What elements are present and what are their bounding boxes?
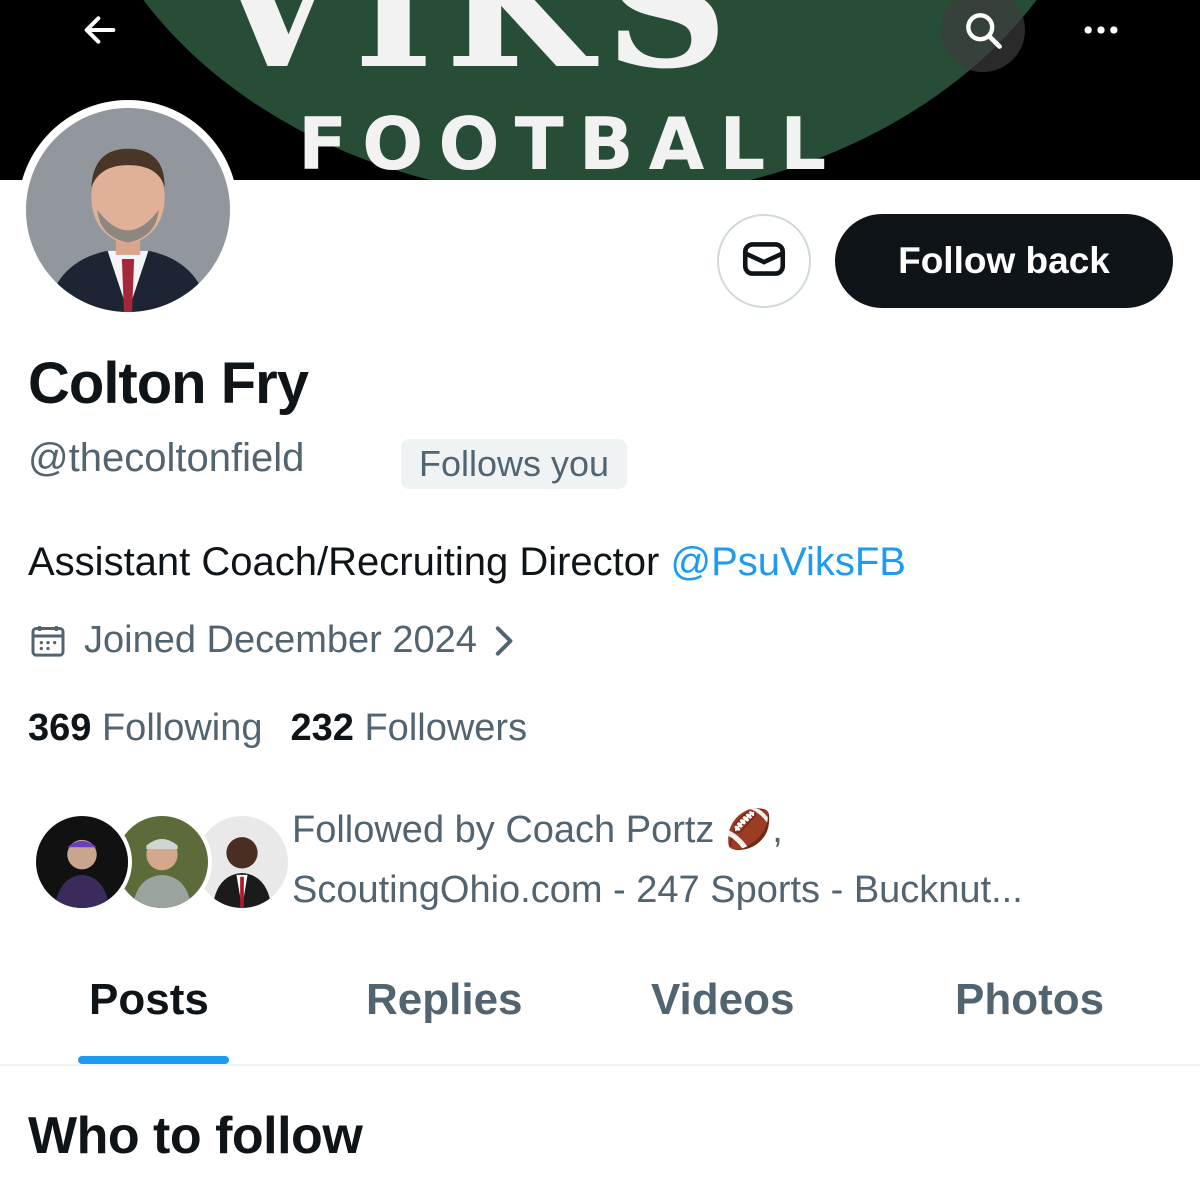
followers-count: 232 bbox=[290, 707, 354, 749]
follow-stats: 369 Following 232 Followers bbox=[28, 706, 527, 752]
tab-posts[interactable]: Posts bbox=[89, 975, 209, 1024]
followed-by-line-1: Followed by Coach Portz 🏈, bbox=[292, 809, 783, 851]
followed-by-line-2: ScoutingOhio.com - 247 Sports - Bucknut.… bbox=[292, 869, 1023, 911]
banner-title: FOOTBALL bbox=[298, 102, 842, 180]
profile-bio: Assistant Coach/Recruiting Director @Psu… bbox=[28, 538, 906, 586]
more-icon bbox=[1079, 8, 1123, 52]
banner-title-top: VIKS bbox=[210, 0, 740, 107]
profile-tabs: Posts Replies Videos Photos bbox=[0, 962, 1200, 1066]
joined-date: Joined December 2024 bbox=[84, 619, 477, 661]
bio-mention-link[interactable]: @PsuViksFB bbox=[670, 540, 906, 584]
followed-by-text[interactable]: Followed by Coach Portz 🏈, ScoutingOhio.… bbox=[292, 800, 1152, 920]
calendar-icon bbox=[28, 619, 72, 663]
who-to-follow-heading: Who to follow bbox=[28, 1107, 363, 1165]
profile-name: Colton Fry bbox=[28, 351, 309, 416]
followers-label: Followers bbox=[364, 707, 528, 749]
bio-text: Assistant Coach/Recruiting Director bbox=[28, 540, 671, 584]
follow-back-button[interactable]: Follow back bbox=[835, 214, 1173, 308]
following-count: 369 bbox=[28, 707, 92, 749]
follows-you-badge: Follows you bbox=[401, 439, 628, 489]
joined-date-row[interactable]: Joined December 2024 bbox=[28, 618, 519, 664]
followed-by-avatars[interactable] bbox=[32, 812, 292, 912]
avatar bbox=[32, 812, 132, 912]
envelope-icon bbox=[739, 234, 789, 289]
followers-stat[interactable]: 232 Followers bbox=[291, 706, 528, 752]
active-tab-indicator bbox=[78, 1056, 229, 1064]
profile-avatar[interactable] bbox=[18, 100, 238, 320]
profile-handle: @thecoltonfield bbox=[28, 436, 305, 480]
following-label: Following bbox=[101, 707, 263, 749]
tab-photos[interactable]: Photos bbox=[955, 975, 1104, 1024]
search-icon bbox=[961, 8, 1005, 52]
message-button[interactable] bbox=[717, 214, 811, 308]
tab-replies[interactable]: Replies bbox=[366, 975, 523, 1024]
back-arrow-icon bbox=[80, 10, 120, 50]
tab-videos[interactable]: Videos bbox=[651, 975, 794, 1024]
following-stat[interactable]: 369 Following bbox=[28, 706, 263, 752]
chevron-right-icon bbox=[491, 623, 519, 659]
